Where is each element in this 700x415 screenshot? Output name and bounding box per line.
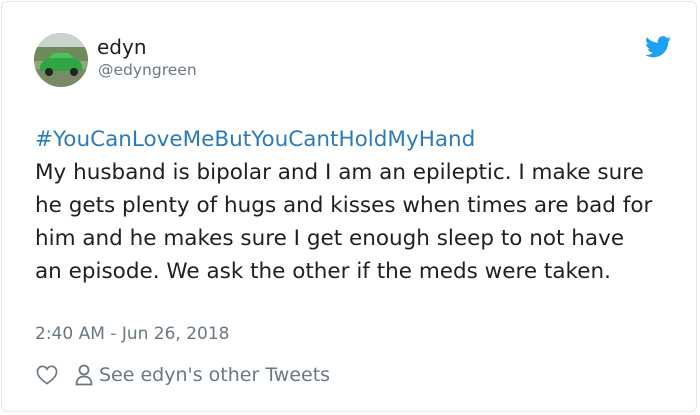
tweet-body: My husband is bipolar and I am an epilep… [35, 160, 653, 284]
other-tweets-label: See edyn's other Tweets [99, 364, 331, 386]
twitter-bird-icon[interactable] [645, 36, 671, 58]
hashtag-link[interactable]: #YouCanLoveMeButYouCantHoldMyHand [35, 123, 655, 156]
author-handle[interactable]: @edyngreen [98, 61, 197, 79]
tweet-text: #YouCanLoveMeButYouCantHoldMyHand My hus… [35, 123, 655, 288]
tweet-actions: See edyn's other Tweets [36, 362, 330, 388]
tweet-card: edyn @edyngreen #YouCanLoveMeButYouCantH… [1, 1, 697, 412]
other-tweets-link[interactable]: See edyn's other Tweets [75, 364, 330, 386]
author-name[interactable]: edyn [97, 35, 147, 59]
tweet-timestamp[interactable]: 2:40 AM - Jun 26, 2018 [35, 322, 230, 346]
person-icon [75, 364, 93, 386]
avatar[interactable] [34, 33, 88, 87]
heart-icon[interactable] [36, 365, 58, 385]
